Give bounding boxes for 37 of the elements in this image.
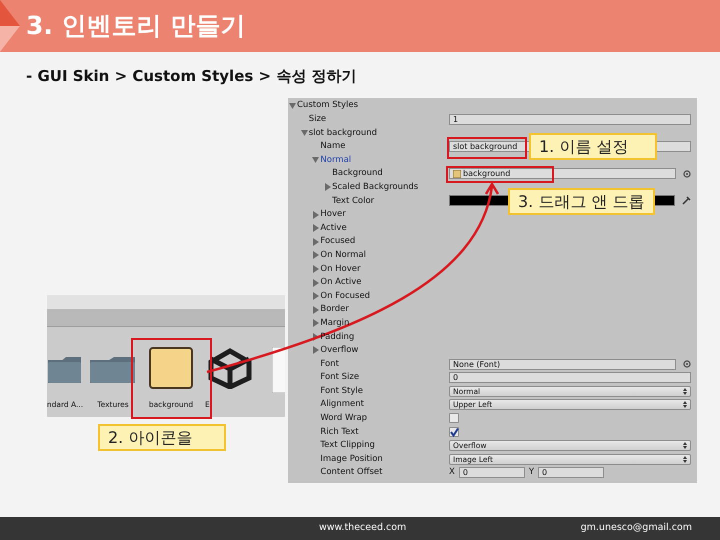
property-label: Name — [320, 140, 346, 153]
property-label: Scaled Backgrounds — [332, 180, 418, 194]
property-label: Word Wrap — [320, 412, 368, 425]
property-label: Content Offset — [320, 466, 382, 480]
slide-title: 3. 인벤토리 만들기 — [26, 10, 246, 42]
property-label: Text Clipping — [320, 439, 375, 452]
property-label: Text Color — [332, 194, 374, 208]
axis-label: Y — [528, 466, 534, 480]
property-label: Size — [308, 113, 326, 126]
property-label: Border — [320, 303, 349, 316]
axis-label: X — [449, 466, 455, 480]
property-label: On Normal — [320, 248, 366, 262]
property-label: Overflow — [320, 344, 358, 357]
callout-tooltip: 2. 아이콘을 — [98, 424, 226, 451]
property-label: Image Position — [320, 452, 383, 466]
property-label: On Focused — [320, 290, 370, 302]
email-text: gm.unesco@gmail.com — [580, 521, 692, 536]
property-label: Background — [332, 167, 383, 180]
property-label: On Active — [320, 276, 362, 289]
property-label: Active — [320, 222, 347, 235]
property-label: Focused — [320, 235, 356, 248]
slide-subtitle: - GUI Skin > Custom Styles > 속성 정하기 — [26, 66, 358, 87]
property-label: Font Style — [320, 384, 363, 398]
property-label: Hover — [320, 208, 346, 221]
property-label: Font — [320, 358, 339, 370]
property-label: slot background — [308, 126, 377, 140]
property-label: Rich Text — [320, 426, 359, 438]
property-label: Alignment — [320, 398, 364, 412]
property-label: On Hover — [320, 262, 361, 276]
callout-tooltip: 1. 이름 설정 — [529, 133, 657, 160]
property-label: Font Size — [320, 371, 360, 384]
callout-tooltip: 3. 드래그 앤 드롭 — [508, 188, 655, 215]
property-label: Custom Styles — [297, 99, 358, 112]
property-label: Normal — [320, 154, 352, 167]
website-text: www.theceed.com — [319, 521, 406, 536]
property-label: Padding — [320, 330, 354, 344]
property-label: Margin — [320, 316, 350, 330]
